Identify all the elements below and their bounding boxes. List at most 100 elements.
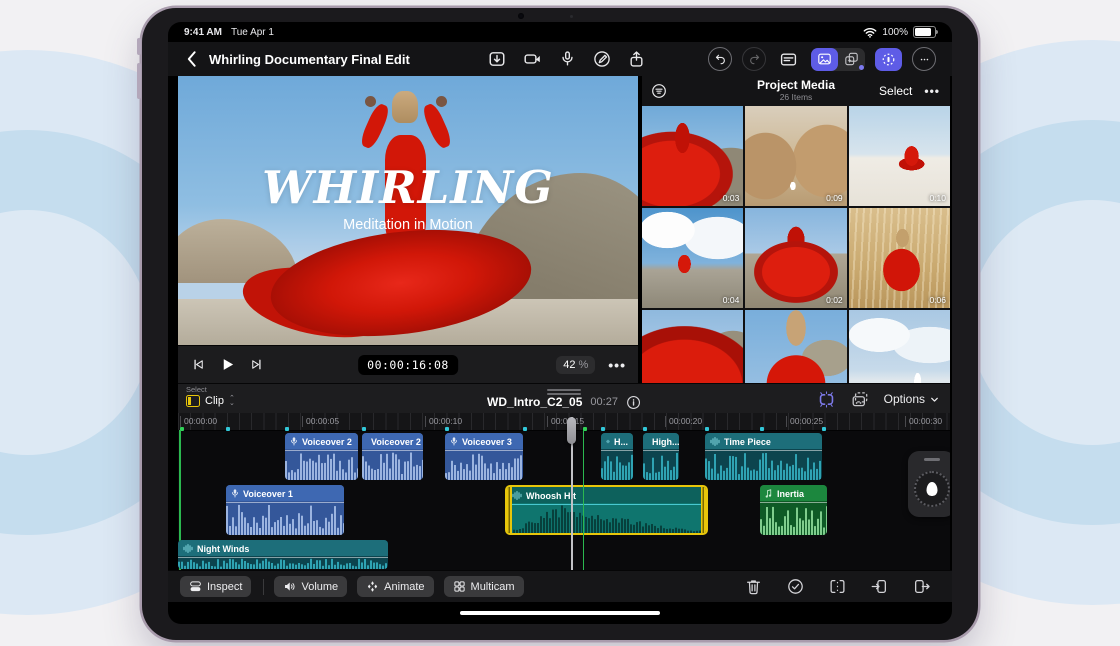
redo-button[interactable] bbox=[742, 47, 766, 71]
jog-wheel-toggle-button[interactable] bbox=[875, 48, 902, 71]
video-subtitle-text: Meditation in Motion bbox=[178, 217, 638, 233]
timeline-clip-voiceover-3[interactable]: Voiceover 3 bbox=[445, 433, 523, 480]
effects-browser-button[interactable] bbox=[838, 48, 865, 71]
project-toolbar: Whirling Documentary Final Edit bbox=[168, 42, 952, 76]
timeline-clip-high[interactable]: High... bbox=[643, 433, 679, 480]
play-button[interactable] bbox=[220, 357, 235, 372]
selected-clip-name: WD_Intro_C2_05 bbox=[487, 395, 582, 409]
battery-icon bbox=[913, 26, 936, 38]
thumbnail-duration: 0:09 bbox=[826, 193, 843, 203]
clip-label: Voiceover 2 bbox=[285, 433, 358, 449]
ruler-label: 00:00:20 bbox=[665, 416, 702, 427]
delete-clip-button[interactable] bbox=[745, 578, 762, 595]
clip-boundary-marker bbox=[523, 427, 527, 431]
share-button[interactable] bbox=[628, 50, 645, 68]
jog-wheel[interactable] bbox=[908, 451, 950, 517]
clip-label: Voiceover 3 bbox=[445, 433, 523, 449]
record-voiceover-button[interactable] bbox=[559, 50, 576, 68]
clip-info-button[interactable] bbox=[626, 395, 641, 410]
inspect-button[interactable]: Inspect bbox=[180, 576, 251, 597]
ruler-label: 00:00:25 bbox=[786, 416, 823, 427]
clip-waveform bbox=[601, 451, 633, 480]
viewer-more-button[interactable]: ••• bbox=[608, 357, 626, 373]
jog-wheel-grab-handle[interactable] bbox=[924, 458, 940, 461]
clip-label: Voiceover 2 bbox=[362, 433, 423, 449]
media-panel-header: Project Media 26 Items Select ••• bbox=[642, 76, 950, 106]
media-thumbnail-red-skirt-swirl[interactable] bbox=[642, 310, 743, 383]
ruler-label: 00:00:10 bbox=[425, 416, 462, 427]
timeline-clip-time-piece[interactable]: Time Piece bbox=[705, 433, 822, 480]
skimmer-line bbox=[583, 430, 584, 570]
back-button[interactable] bbox=[186, 50, 197, 68]
media-more-button[interactable]: ••• bbox=[924, 84, 940, 98]
import-media-button[interactable] bbox=[488, 50, 506, 68]
clip-label: High... bbox=[643, 433, 679, 449]
animate-button[interactable]: Animate bbox=[357, 576, 433, 597]
timeline-clip-voiceover-2[interactable]: Voiceover 2 bbox=[285, 433, 358, 480]
undo-button[interactable] bbox=[708, 47, 732, 71]
project-title: Whirling Documentary Final Edit bbox=[209, 52, 410, 67]
options-button[interactable]: Options bbox=[884, 392, 940, 406]
clip-waveform bbox=[445, 451, 523, 480]
timeline-clip-whoosh-hit[interactable]: Whoosh Hit bbox=[505, 485, 708, 535]
selected-clip-duration: 00:27 bbox=[590, 396, 618, 408]
clip-waveform bbox=[285, 451, 358, 480]
timeline-clip-h[interactable]: H... bbox=[601, 433, 633, 480]
clip-waveform bbox=[705, 451, 822, 480]
toolbar-divider bbox=[263, 579, 264, 595]
playhead-handle[interactable] bbox=[567, 417, 576, 444]
pencil-tool-button[interactable] bbox=[593, 50, 611, 68]
timeline-clip-voiceover-2[interactable]: Voiceover 2 bbox=[362, 433, 423, 480]
front-camera bbox=[518, 13, 524, 19]
timeline[interactable]: 00:00:0000:00:0500:00:1000:00:1500:00:20… bbox=[178, 413, 950, 570]
enable-clip-button[interactable] bbox=[787, 578, 804, 595]
home-indicator[interactable] bbox=[460, 611, 660, 616]
select-button[interactable]: Select bbox=[879, 84, 912, 98]
viewer[interactable]: WHIRLING Meditation in Motion bbox=[178, 76, 638, 345]
clip-boundary-marker bbox=[226, 427, 230, 431]
media-thumbnail-white-dancer-clouds[interactable] bbox=[849, 310, 950, 383]
clip-waveform bbox=[643, 451, 679, 480]
media-browser-button[interactable] bbox=[811, 48, 838, 71]
media-thumbnail-cloudy-hills-red-dancer[interactable]: 0:04 bbox=[642, 208, 743, 308]
overlay-view-button[interactable] bbox=[851, 391, 869, 408]
timeline-clip-voiceover-1[interactable]: Voiceover 1 bbox=[226, 485, 344, 535]
volume-button[interactable]: Volume bbox=[274, 576, 347, 597]
insert-clip-button[interactable] bbox=[871, 578, 888, 595]
media-thumbnail-red-dancer-rock[interactable]: 0:03 bbox=[642, 106, 743, 206]
more-button[interactable] bbox=[912, 47, 936, 71]
timecode-display[interactable]: 00:00:16:08 bbox=[358, 355, 458, 375]
clip-tool-label: Clip bbox=[205, 395, 224, 407]
timeline-clip-night-winds[interactable]: Night Winds bbox=[178, 540, 388, 569]
ruler-label: 00:00:05 bbox=[302, 416, 339, 427]
clip-boundary-marker bbox=[445, 427, 449, 431]
previous-frame-button[interactable] bbox=[192, 358, 205, 371]
video-title-text: WHIRLING bbox=[178, 165, 638, 210]
media-thumbnail-red-man-tall-hat[interactable] bbox=[745, 310, 846, 383]
viewer-zoom-control[interactable]: 42% bbox=[556, 356, 595, 374]
status-bar: 9:41 AM Tue Apr 1 100% bbox=[168, 22, 952, 42]
record-video-button[interactable] bbox=[523, 50, 542, 68]
clip-boundary-marker bbox=[643, 427, 647, 431]
tool-mode-label: Select bbox=[186, 386, 235, 394]
clip-boundary-marker bbox=[285, 427, 289, 431]
media-thumbnail-badlands-red-dancer[interactable]: 0:02 bbox=[745, 208, 846, 308]
media-thumbnail-golden-reeds-man[interactable]: 0:06 bbox=[849, 208, 950, 308]
media-grid: 0:03 0:09 0:10 0:040:020:06 bbox=[642, 106, 950, 383]
append-clip-button[interactable] bbox=[913, 578, 930, 595]
timeline-ruler[interactable]: 00:00:0000:00:0500:00:1000:00:1500:00:20… bbox=[178, 413, 950, 431]
jog-wheel-dial[interactable] bbox=[914, 471, 950, 507]
timeline-clip-inertia[interactable]: Inertia bbox=[760, 485, 827, 535]
media-thumbnail-canyon-white-dancer[interactable]: 0:09 bbox=[745, 106, 846, 206]
multicam-button[interactable]: Multicam bbox=[444, 576, 524, 597]
titles-button[interactable] bbox=[779, 51, 798, 68]
tool-selector[interactable]: Select Clip ⌃⌄ bbox=[186, 386, 235, 407]
ipad-device-frame: 9:41 AM Tue Apr 1 100% bbox=[142, 8, 978, 640]
clip-label: Inertia bbox=[760, 485, 827, 501]
dancer-hand bbox=[436, 96, 447, 107]
media-thumbnail-salt-flat-red-dancer[interactable]: 0:10 bbox=[849, 106, 950, 206]
trim-clip-button[interactable] bbox=[829, 578, 846, 595]
next-frame-button[interactable] bbox=[250, 358, 263, 371]
magnetic-timeline-button[interactable] bbox=[817, 391, 836, 408]
browser-segment bbox=[811, 48, 865, 71]
